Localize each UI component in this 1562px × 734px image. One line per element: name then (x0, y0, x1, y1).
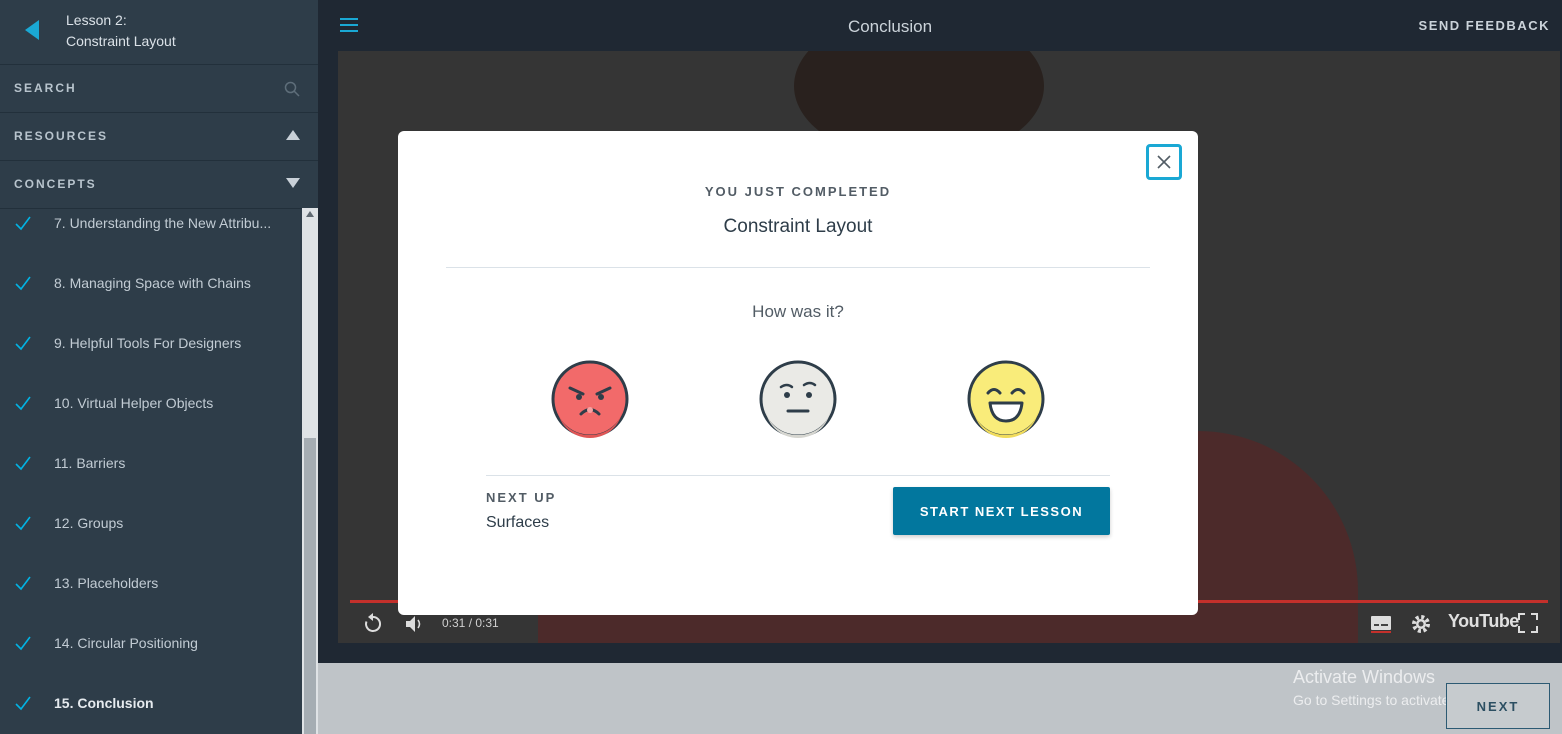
lesson-title: Lesson 2: Constraint Layout (66, 10, 176, 52)
check-icon (15, 216, 31, 231)
check-icon (15, 636, 31, 651)
completed-lesson-name: Constraint Layout (723, 216, 873, 237)
page-title: Conclusion (847, 17, 933, 36)
concept-item[interactable]: 13. Placeholders (0, 568, 302, 628)
check-icon (15, 516, 31, 531)
check-icon (15, 276, 31, 291)
search-label: SEARCH (14, 81, 77, 95)
top-bar: Conclusion SEND FEEDBACK (318, 0, 1562, 51)
next-lesson-name: Surfaces (486, 514, 550, 531)
settings-gear-icon[interactable] (1410, 613, 1432, 635)
chevron-up-icon[interactable] (286, 129, 300, 141)
concept-label: 7. Understanding the New Attribu... (54, 215, 272, 231)
video-time: 0:31 / 0:31 (442, 616, 499, 630)
concept-label: 13. Placeholders (54, 575, 159, 591)
check-icon (15, 576, 31, 591)
concept-label: 12. Groups (54, 515, 124, 531)
concept-item[interactable]: 14. Circular Positioning (0, 628, 302, 688)
search-row[interactable]: SEARCH (0, 65, 318, 113)
send-feedback-link[interactable]: SEND FEEDBACK (1419, 18, 1550, 33)
sidebar-header: Lesson 2: Constraint Layout (0, 0, 318, 65)
completed-label: YOU JUST COMPLETED (704, 184, 892, 199)
check-icon (15, 456, 31, 471)
concept-item[interactable]: 10. Virtual Helper Objects (0, 388, 302, 448)
rating-question: How was it? (752, 302, 844, 321)
lesson-number: Lesson 2: (66, 12, 127, 28)
chevron-down-icon[interactable] (286, 177, 300, 189)
video-bottom-spacer (318, 643, 1562, 663)
concept-label: 8. Managing Space with Chains (54, 275, 251, 291)
replay-icon[interactable] (362, 613, 384, 635)
concept-item[interactable]: 12. Groups (0, 508, 302, 568)
check-icon (15, 696, 31, 711)
activate-windows-title: Activate Windows (1293, 667, 1436, 687)
concept-label: 9. Helpful Tools For Designers (54, 335, 242, 351)
scrollbar-thumb[interactable] (304, 438, 316, 734)
concepts-label: CONCEPTS (14, 177, 97, 191)
close-icon (1157, 155, 1171, 169)
volume-icon[interactable] (404, 613, 426, 635)
concept-item[interactable]: 8. Managing Space with Chains (0, 268, 302, 328)
lesson-complete-modal: YOU JUST COMPLETED Constraint Layout How… (398, 131, 1198, 615)
start-next-lesson-button[interactable]: START NEXT LESSON (893, 487, 1110, 535)
search-icon[interactable] (284, 81, 300, 97)
close-button[interactable] (1146, 144, 1182, 180)
divider (446, 267, 1150, 268)
concept-item[interactable]: 9. Helpful Tools For Designers (0, 328, 302, 388)
neutral-face-icon[interactable] (758, 359, 838, 439)
resources-row[interactable]: RESOURCES (0, 113, 318, 161)
fullscreen-icon[interactable] (1518, 613, 1538, 633)
happy-face-icon[interactable] (966, 359, 1046, 439)
concept-label: 10. Virtual Helper Objects (54, 395, 214, 411)
concept-item[interactable]: 11. Barriers (0, 448, 302, 508)
sidebar: Lesson 2: Constraint Layout SEARCH RESOU… (0, 0, 318, 734)
check-icon (15, 396, 31, 411)
lesson-name: Constraint Layout (66, 33, 176, 49)
check-icon (15, 336, 31, 351)
concept-label: 14. Circular Positioning (54, 635, 198, 651)
concept-label: 11. Barriers (54, 455, 126, 471)
concepts-row[interactable]: CONCEPTS (0, 161, 318, 209)
scroll-up-arrow-icon[interactable] (306, 211, 314, 217)
sidebar-scrollbar[interactable] (302, 208, 318, 734)
next-up-label: NEXT UP (486, 490, 557, 505)
subtitles-icon[interactable] (1370, 613, 1392, 633)
resources-label: RESOURCES (14, 129, 109, 143)
youtube-logo[interactable]: YouTube (1448, 611, 1519, 632)
concept-item-active[interactable]: 15. Conclusion (0, 688, 302, 734)
angry-face-icon[interactable] (550, 359, 630, 439)
concept-label: 15. Conclusion (54, 695, 154, 711)
next-button[interactable]: NEXT (1446, 683, 1550, 729)
concept-item[interactable]: 7. Understanding the New Attribu... (0, 208, 302, 268)
concepts-list: 7. Understanding the New Attribu... 8. M… (0, 208, 302, 734)
divider (486, 475, 1110, 476)
back-arrow-icon[interactable] (20, 18, 44, 42)
